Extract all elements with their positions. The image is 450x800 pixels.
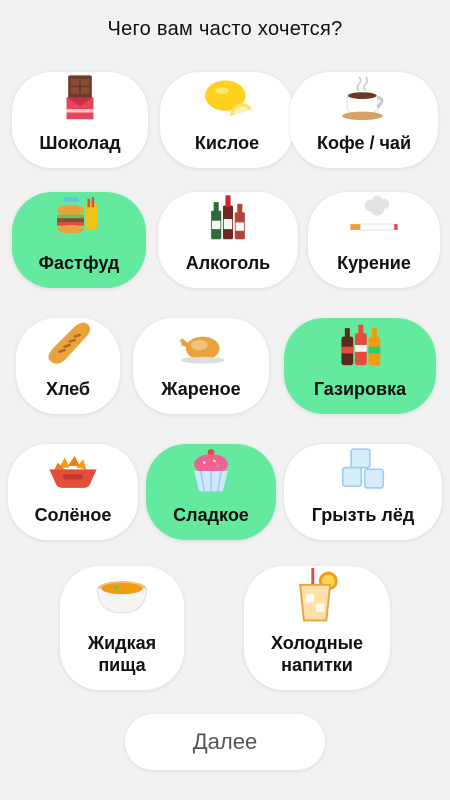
soda-bottles-icon (341, 324, 381, 366)
option-cold-drinks[interactable]: Холодные напитки (244, 566, 390, 690)
option-fried[interactable]: Жареное (133, 318, 269, 414)
cigarette-icon (350, 195, 398, 231)
option-liquid-food[interactable]: Жидкая пища (60, 566, 184, 690)
lemon-icon (205, 80, 253, 116)
option-chew-ice[interactable]: Грызть лёд (284, 444, 442, 540)
option-salty[interactable]: Солёное (8, 444, 138, 540)
soup-bowl-icon (97, 581, 147, 614)
chips-bowl-icon (49, 455, 97, 488)
option-label: Алкоголь (185, 253, 271, 273)
fastfood-icon (57, 197, 98, 234)
option-coffee-tea[interactable]: Кофе / чай (290, 72, 438, 168)
option-label: Кофе / чай (316, 133, 412, 153)
option-label: Сладкое (173, 505, 249, 525)
option-bread[interactable]: Хлеб (16, 318, 120, 414)
option-chocolate[interactable]: Шоколад (12, 72, 148, 168)
option-label: Солёное (34, 505, 112, 525)
option-label: Грызть лёд (311, 505, 415, 525)
option-label: Холодные напитки (271, 633, 363, 675)
bread-icon (48, 322, 91, 364)
option-label: Жидкая пища (87, 633, 157, 675)
option-label: Шоколад (39, 133, 121, 153)
option-sour[interactable]: Кислое (160, 72, 294, 168)
roast-chicken-icon (176, 335, 225, 364)
option-label: Жареное (161, 379, 241, 399)
option-alcohol[interactable]: Алкоголь (158, 192, 298, 288)
option-smoking[interactable]: Курение (308, 192, 440, 288)
chocolate-icon (66, 75, 94, 120)
next-button[interactable]: Далее (125, 714, 325, 770)
option-label: Курение (337, 253, 411, 273)
coffee-cup-icon (342, 76, 384, 121)
option-label: Хлеб (45, 379, 91, 399)
cold-drink-icon (299, 567, 338, 622)
option-soda[interactable]: Газировка (284, 318, 436, 414)
ice-cubes-icon (341, 448, 385, 489)
option-sweet[interactable]: Сладкое (146, 444, 276, 540)
alcohol-bottles-icon (211, 195, 245, 240)
option-label: Газировка (313, 379, 407, 399)
option-fastfood[interactable]: Фастфуд (12, 192, 146, 288)
cupcake-icon (194, 449, 228, 492)
page-title: Чего вам часто хочется? (107, 18, 343, 40)
option-label: Фастфуд (38, 253, 120, 273)
option-label: Кислое (194, 133, 260, 153)
